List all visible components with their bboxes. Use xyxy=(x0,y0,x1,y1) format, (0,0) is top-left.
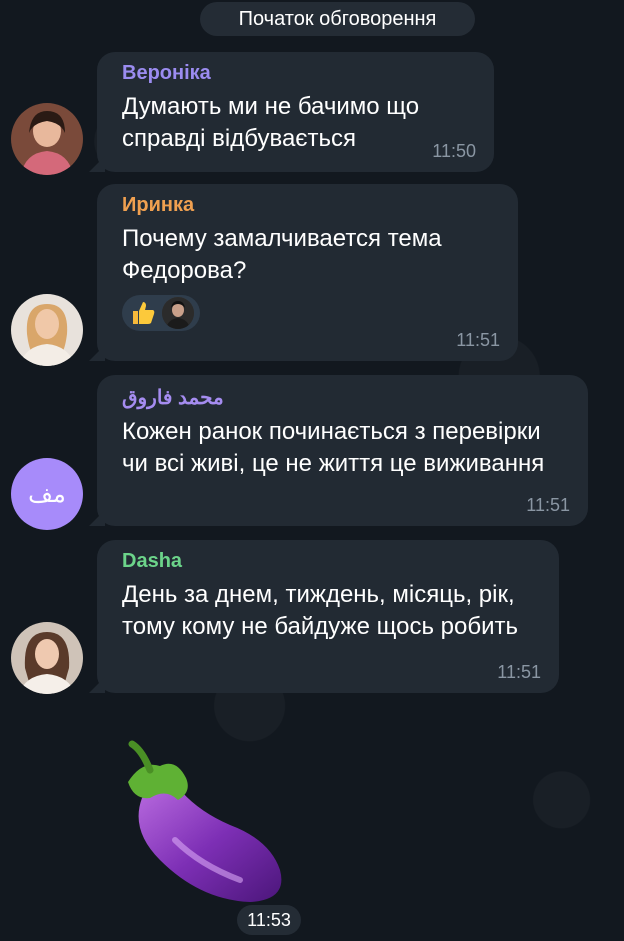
sender-name[interactable]: Dasha xyxy=(122,550,543,573)
message-time: 11:51 xyxy=(456,330,500,350)
reaction-chip[interactable] xyxy=(122,295,200,331)
message-text: Почему замалчивается тема Федорова? xyxy=(122,225,442,284)
message-bubble[interactable]: محمد فاروق Кожен ранок починається з пер… xyxy=(97,375,588,526)
avatar[interactable] xyxy=(11,103,83,175)
message-time: 11:51 xyxy=(526,495,570,515)
message-text: День за днем, тиждень, місяць, рік, тому… xyxy=(122,581,518,640)
message-time: 11:50 xyxy=(432,141,476,161)
thumbs-up-icon xyxy=(128,298,158,328)
reactor-avatar xyxy=(162,297,194,329)
avatar[interactable] xyxy=(11,622,83,694)
avatar[interactable]: مف xyxy=(11,458,83,530)
eggplant-sticker[interactable] xyxy=(120,740,290,910)
sticker-time: 11:53 xyxy=(237,905,301,935)
avatar-initials: مف xyxy=(28,480,66,508)
message-time: 11:51 xyxy=(497,662,541,682)
message-bubble[interactable]: Иринка Почему замалчивается тема Федоров… xyxy=(97,184,518,361)
sender-name[interactable]: Вероніка xyxy=(122,62,478,85)
sender-name[interactable]: Иринка xyxy=(122,194,502,217)
message-text: Думають ми не бачимо що справді відбуває… xyxy=(122,93,420,152)
sender-name[interactable]: محمد فاروق xyxy=(122,385,572,410)
message-bubble[interactable]: Dasha День за днем, тиждень, місяць, рік… xyxy=(97,540,559,693)
avatar[interactable] xyxy=(11,294,83,366)
service-message: Початок обговорення xyxy=(200,2,475,36)
message-text: Кожен ранок починається з перевірки чи в… xyxy=(122,418,545,477)
message-bubble[interactable]: Вероніка Думають ми не бачимо що справді… xyxy=(97,52,494,172)
